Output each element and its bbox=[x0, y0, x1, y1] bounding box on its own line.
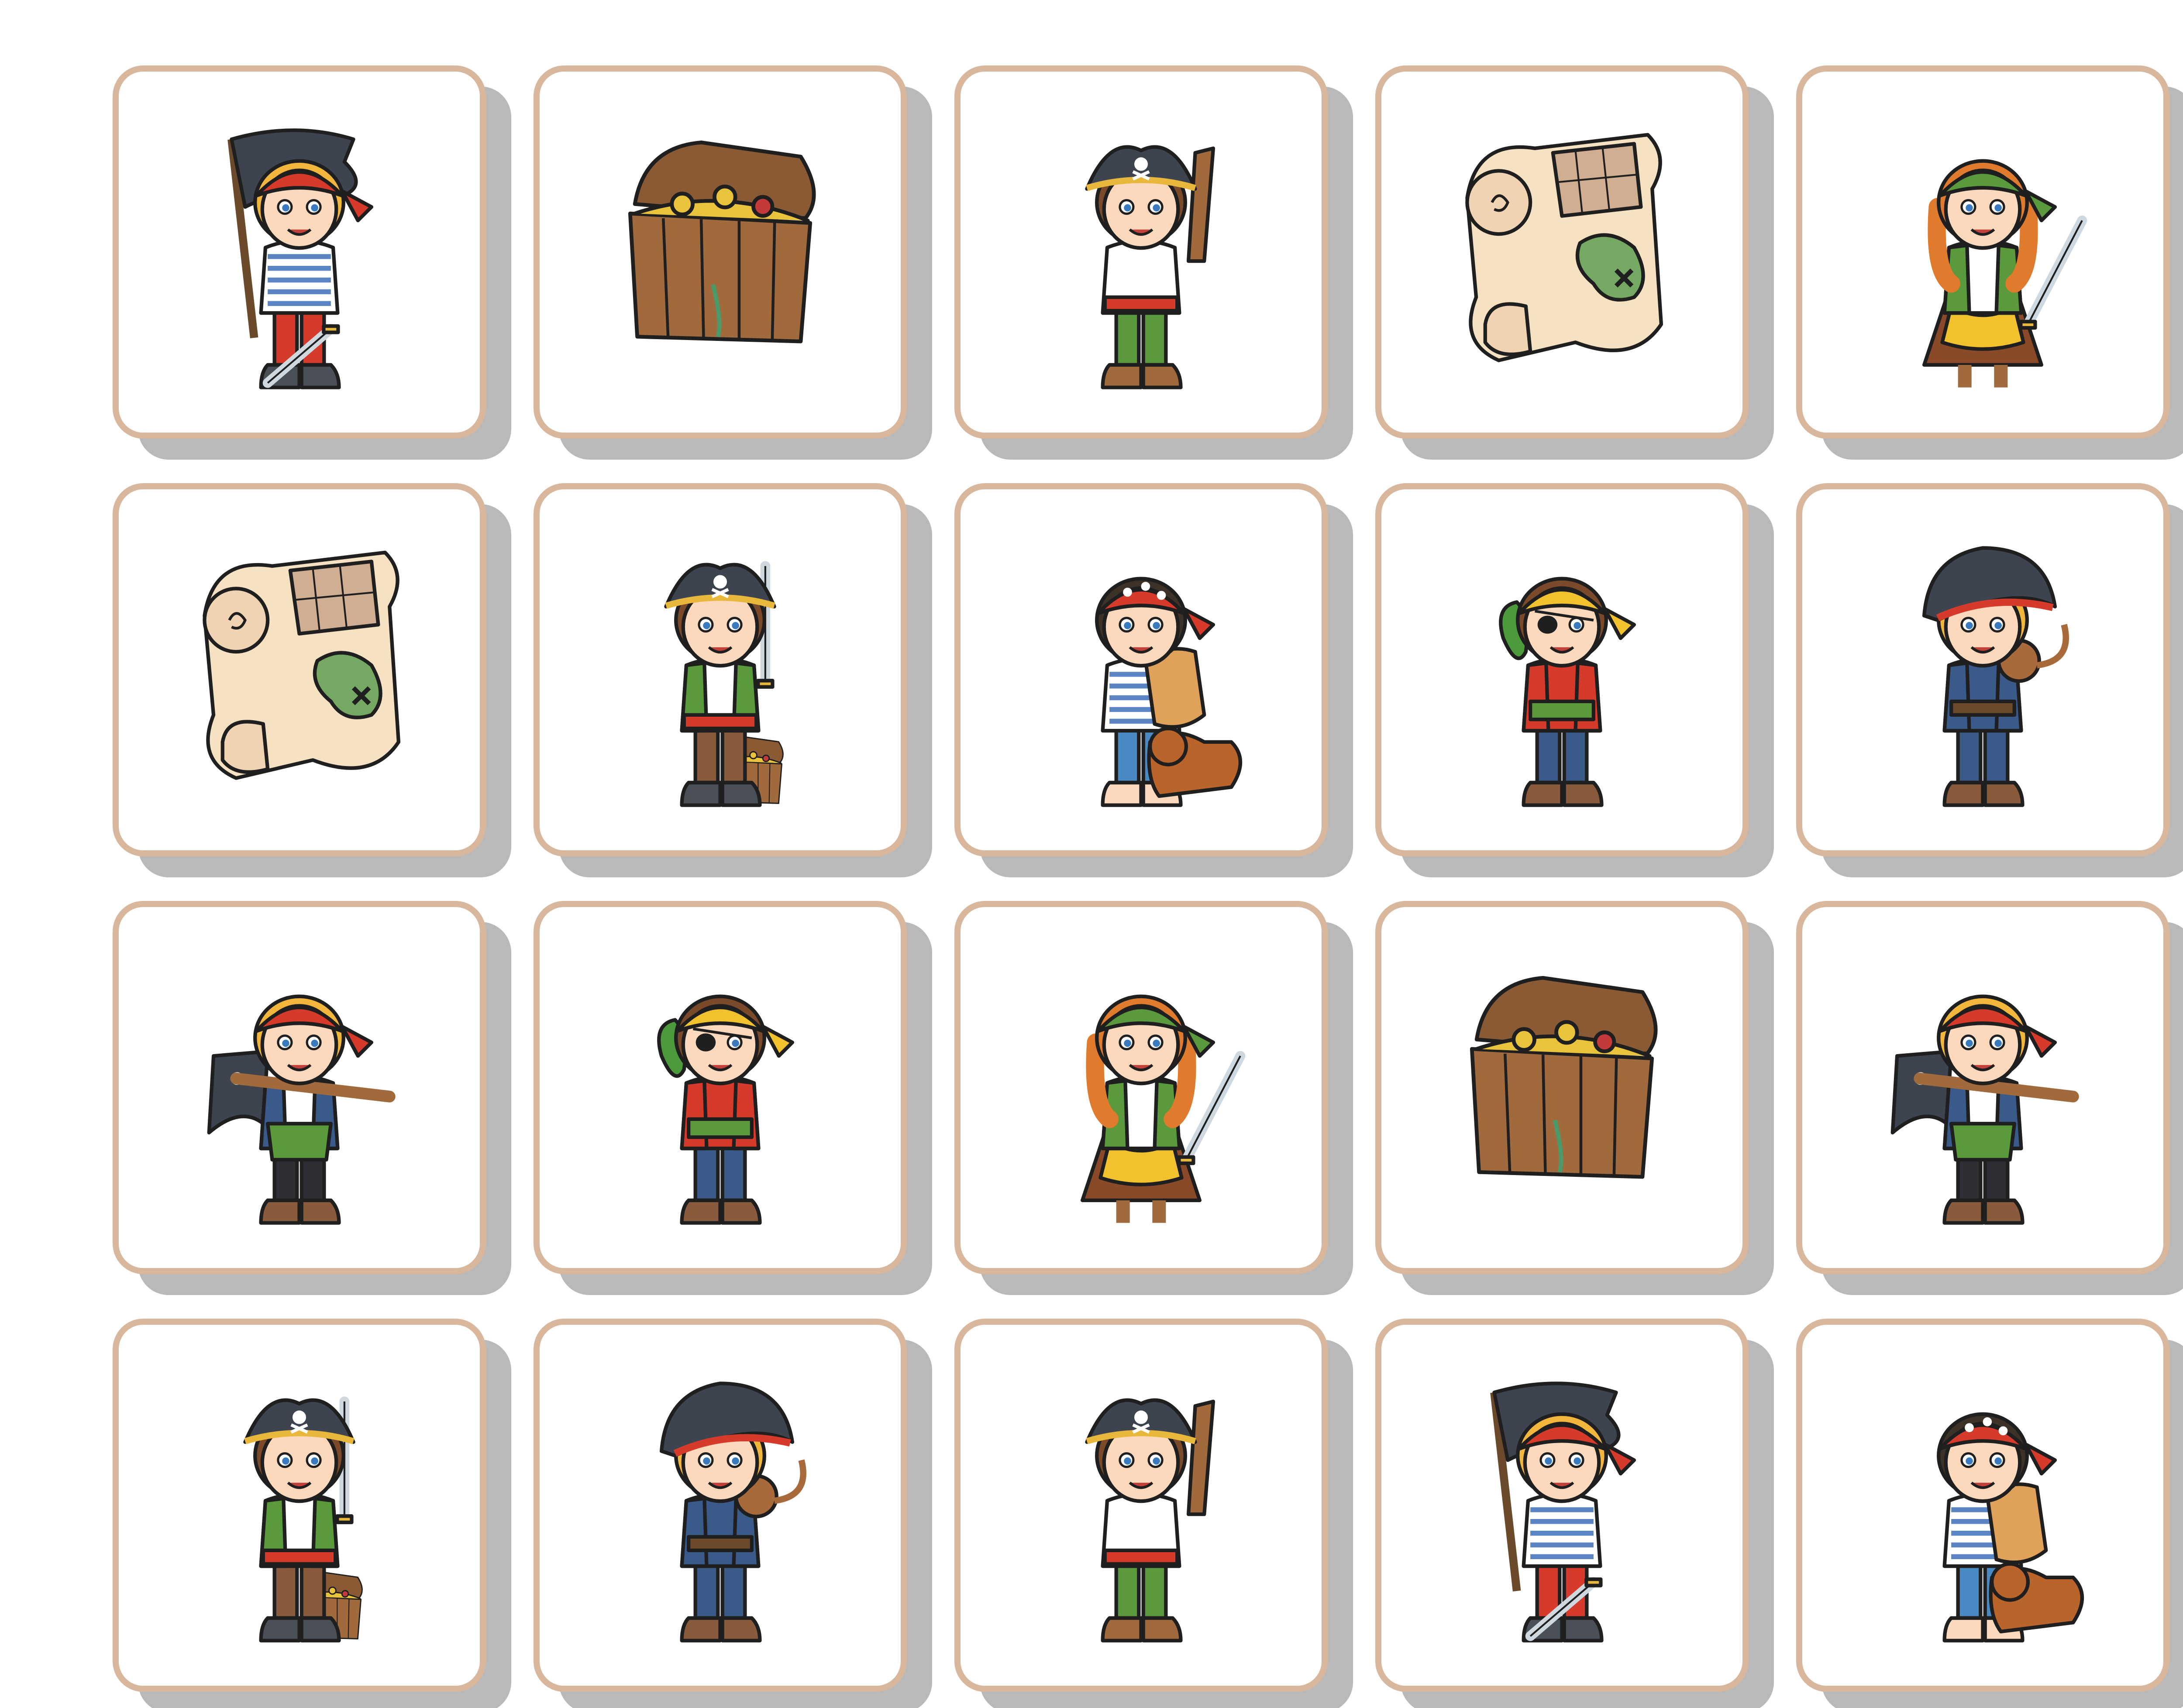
flag-pirate-boy-icon bbox=[1490, 1382, 1636, 1643]
memory-card[interactable] bbox=[954, 483, 1328, 856]
pirate-girl-with-sabre-icon bbox=[1922, 159, 2087, 388]
memory-board bbox=[0, 0, 2183, 1708]
eyepatch-pirate-with-parrot-icon bbox=[1499, 577, 1636, 807]
memory-card[interactable] bbox=[534, 1319, 907, 1692]
captain-with-monkey-icon bbox=[659, 1382, 806, 1643]
memory-card[interactable] bbox=[954, 901, 1328, 1274]
memory-card[interactable] bbox=[1375, 65, 1749, 439]
memory-card[interactable] bbox=[1375, 1319, 1749, 1692]
treasure-chest-icon bbox=[1470, 976, 1658, 1179]
memory-card[interactable] bbox=[113, 65, 486, 439]
memory-card[interactable] bbox=[1796, 483, 2169, 856]
memory-card[interactable] bbox=[113, 483, 486, 856]
pirate-girl-with-sabre-icon bbox=[1080, 994, 1246, 1223]
memory-card[interactable] bbox=[113, 901, 486, 1274]
tricorn-pirate-with-wooden-sword-icon bbox=[1085, 145, 1215, 389]
memory-card[interactable] bbox=[113, 1319, 486, 1692]
memory-card[interactable] bbox=[534, 65, 907, 439]
eyepatch-pirate-with-parrot-icon bbox=[657, 994, 795, 1225]
tricorn-pirate-on-chest-icon bbox=[664, 561, 784, 807]
treasure-chest-icon bbox=[628, 140, 816, 344]
memory-card[interactable] bbox=[1796, 901, 2169, 1274]
bandana-pirate-with-spyglass-icon bbox=[207, 994, 396, 1225]
memory-card[interactable] bbox=[534, 901, 907, 1274]
memory-card[interactable] bbox=[954, 65, 1328, 439]
tricorn-pirate-on-chest-icon bbox=[243, 1396, 363, 1643]
pirate-with-scroll-and-dog-icon bbox=[1095, 577, 1243, 807]
memory-card[interactable] bbox=[1375, 483, 1749, 856]
memory-card[interactable] bbox=[954, 1319, 1328, 1692]
memory-card[interactable] bbox=[1796, 65, 2169, 439]
flag-pirate-boy-icon bbox=[227, 128, 374, 389]
captain-with-monkey-icon bbox=[1922, 546, 2069, 807]
treasure-map-icon bbox=[1465, 133, 1663, 362]
pirate-with-scroll-and-dog-icon bbox=[1937, 1412, 2084, 1643]
bandana-pirate-with-spyglass-icon bbox=[1890, 994, 2079, 1225]
tricorn-pirate-with-wooden-sword-icon bbox=[1085, 1398, 1215, 1643]
memory-card[interactable] bbox=[1375, 901, 1749, 1274]
memory-card[interactable] bbox=[534, 483, 907, 856]
treasure-map-icon bbox=[203, 550, 401, 780]
memory-card[interactable] bbox=[1796, 1319, 2169, 1692]
